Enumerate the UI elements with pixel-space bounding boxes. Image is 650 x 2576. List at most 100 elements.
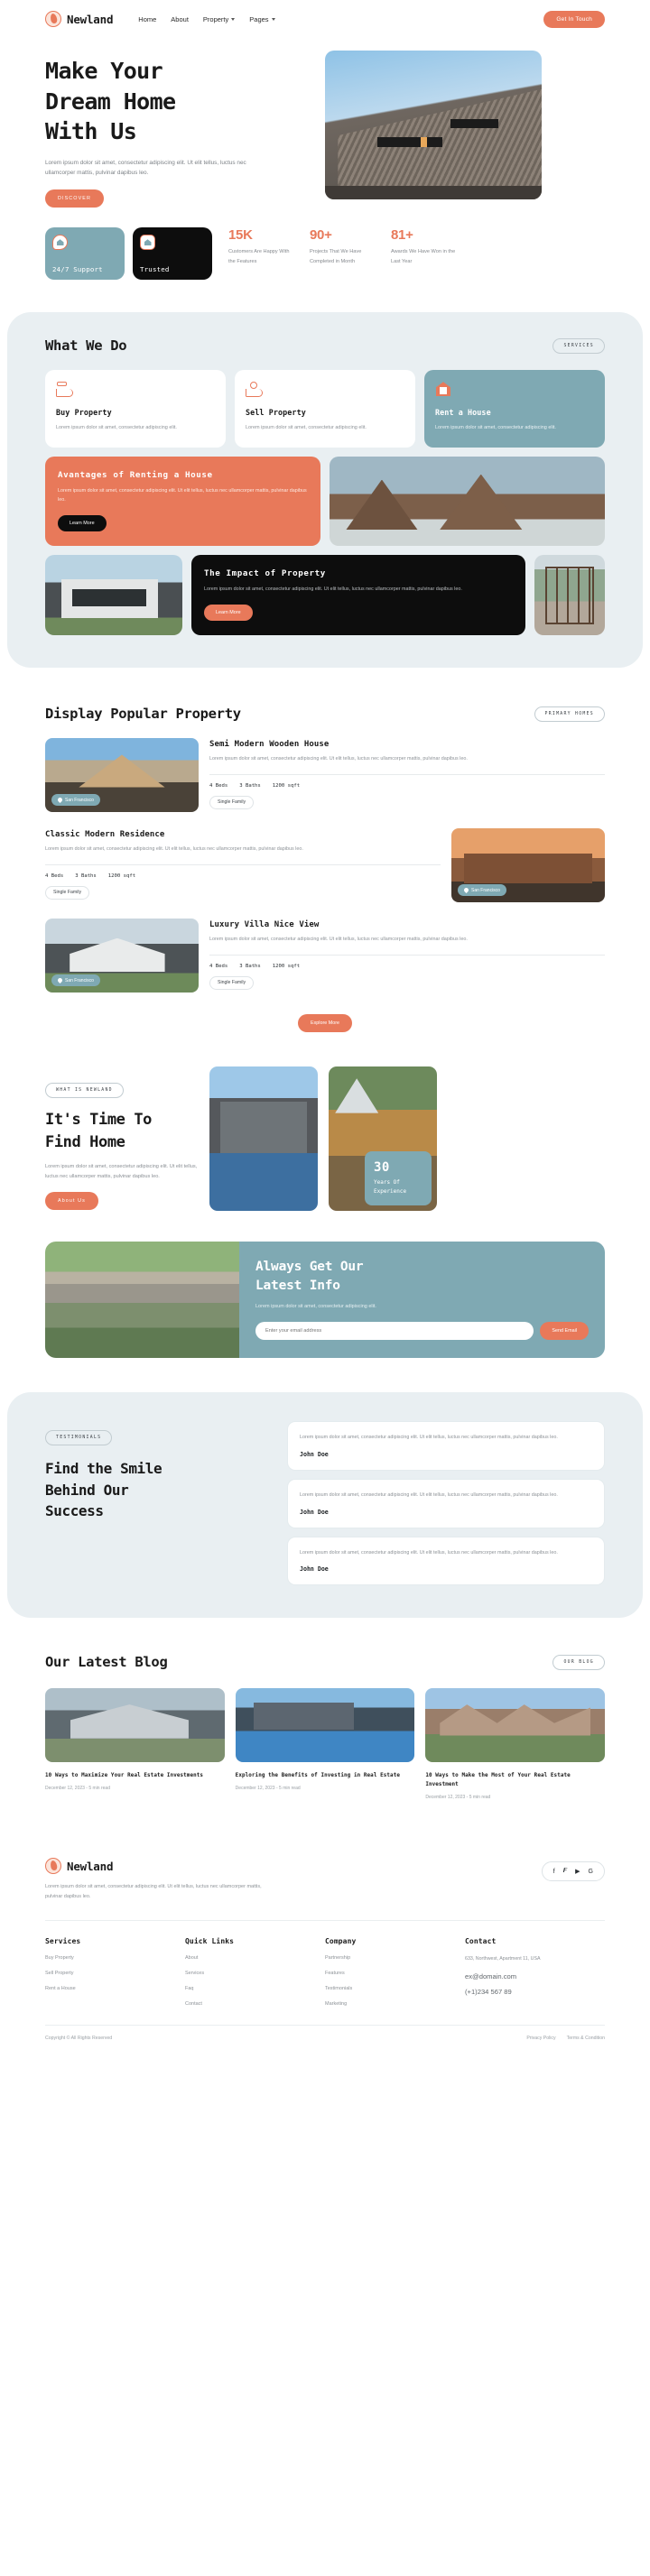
footer-link[interactable]: Faq [185, 1986, 325, 1991]
hero-window [450, 118, 498, 128]
footer-brand[interactable]: Newland [45, 1858, 271, 1875]
property-image: San Francisco [45, 919, 199, 993]
service-card-rent[interactable]: Rent a House Lorem ipsum dolor sit amet,… [424, 370, 605, 448]
support-home-icon [52, 235, 68, 251]
footer-link[interactable]: Services [185, 1971, 325, 1976]
what-is-newland-badge[interactable]: WHAT IS NEWLAND [45, 1083, 124, 1099]
promo-title: The Impact of Property [204, 568, 326, 579]
property-tag: Single Family [209, 795, 255, 809]
footer-top: Newland Lorem ipsum dolor sit amet, cons… [45, 1858, 605, 1901]
learn-more-button[interactable]: Learn More [204, 605, 253, 622]
footer-link[interactable]: Rent a House [45, 1986, 185, 1991]
service-card-buy[interactable]: Buy Property Lorem ipsum dolor sit amet,… [45, 370, 226, 448]
contact-email[interactable]: ex@domain.com [465, 1972, 605, 1980]
experience-badge: 30 Years Of Experience [365, 1151, 432, 1206]
footer-bottom-links: Privacy Policy Terms & Condition [526, 2036, 605, 2041]
explore-more-button[interactable]: Explore More [297, 1014, 353, 1033]
testimonial-author: John Doe [300, 1508, 329, 1516]
spec-area: 1200 sqft [272, 782, 301, 789]
footer-link[interactable]: Features [325, 1971, 465, 1976]
send-email-button[interactable]: Send Email [540, 1322, 589, 1341]
footer-link[interactable]: Buy Property [45, 1955, 185, 1961]
footer-link[interactable]: About [185, 1955, 325, 1961]
footer-link[interactable]: Sell Property [45, 1971, 185, 1976]
promo-image-rooftops [330, 456, 605, 547]
nav-item-home[interactable]: Home [138, 15, 156, 23]
nav-item-pages[interactable]: Pages [249, 15, 275, 23]
blog-image [425, 1688, 606, 1763]
find-home-desc: Lorem ipsum dolor sit amet, consectetur … [45, 1163, 198, 1179]
property-specs: 4 Beds 3 Baths 1200 sqft [209, 773, 605, 789]
find-home-content: WHAT IS NEWLAND It's Time To Find Home Lo… [45, 1066, 199, 1211]
location-badge: San Francisco [458, 884, 506, 897]
testimonials-section: TESTIMONIALS Find the Smile Behind Our Suc… [7, 1392, 643, 1619]
location-label: San Francisco [471, 887, 500, 893]
stat-projects: 90+ Projects That We Have Completed in M… [310, 227, 375, 266]
main-nav: Home About Property Pages [138, 14, 275, 23]
blog-card[interactable]: 10 Ways to Make the Most of Your Real Es… [425, 1688, 606, 1800]
privacy-policy-link[interactable]: Privacy Policy [526, 2036, 555, 2041]
facebook-icon[interactable]: f [553, 1869, 555, 1875]
youtube-icon[interactable]: ▶ [575, 1868, 580, 1875]
testimonials-list: Lorem ipsum dolor sit amet, consectetur … [287, 1421, 605, 1586]
email-input[interactable] [255, 1322, 534, 1341]
blog-card[interactable]: Exploring the Benefits of Investing in R… [235, 1688, 415, 1800]
our-blog-badge[interactable]: OUR BLOG [552, 1654, 605, 1670]
feature-card-support[interactable]: 24/7 Support [45, 227, 125, 281]
about-us-button[interactable]: About Us [45, 1192, 98, 1211]
promo-image-modern-house [45, 555, 182, 636]
testimonial-quote: Lorem ipsum dolor sit amet, consectetur … [300, 1435, 558, 1441]
nav-label: Property [202, 14, 229, 23]
nav-item-property[interactable]: Property [202, 14, 236, 23]
spec-area: 1200 sqft [272, 963, 301, 969]
discover-button[interactable]: DISCOVER [45, 189, 104, 208]
house-icon [435, 382, 452, 397]
what-we-do-section: What We Do SERVICES Buy Property Lorem i… [7, 312, 643, 669]
property-row[interactable]: Classic Modern Residence Lorem ipsum dol… [45, 828, 605, 903]
blog-section: Our Latest Blog OUR BLOG 10 Ways to Maxi… [0, 1618, 650, 1800]
terms-link[interactable]: Terms & Condition [567, 2036, 605, 2041]
property-row[interactable]: San Francisco Semi Modern Wooden House L… [45, 738, 605, 813]
promo-card-impact: The Impact of Property Lorem ipsum dolor… [191, 555, 525, 636]
contact-address: 633, Northwest, Apartment 11, USA [465, 1955, 541, 1962]
footer-link[interactable]: Marketing [325, 2001, 465, 2007]
testimonial-quote: Lorem ipsum dolor sit amet, consectetur … [300, 1549, 558, 1556]
brand-logo[interactable]: Newland [45, 11, 113, 27]
feature-card-trusted[interactable]: Trusted [133, 227, 212, 281]
nav-item-about[interactable]: About [171, 15, 189, 23]
testimonials-badge[interactable]: TESTIMONIALS [45, 1430, 113, 1446]
stat-text: Projects That We Have Completed in Month [310, 249, 362, 264]
footer-col-heading: Services [45, 1936, 81, 1945]
footer-link[interactable]: Testimonials [325, 1986, 465, 1991]
testimonial-card: Lorem ipsum dolor sit amet, consectetur … [287, 1421, 605, 1471]
learn-more-button[interactable]: Learn More [58, 515, 107, 532]
testimonial-author: John Doe [300, 1450, 329, 1458]
get-in-touch-button[interactable]: Get In Touch [543, 10, 605, 28]
services-badge[interactable]: SERVICES [552, 337, 605, 354]
location-pin-icon [56, 797, 64, 804]
primary-homes-badge[interactable]: PRIMARY HOMES [534, 706, 605, 722]
newsletter-title: Always Get Our Latest Info [255, 1260, 364, 1294]
hero-title: Make Your Dream Home With Us [45, 58, 176, 144]
footer-columns: Services Buy Property Sell Property Rent… [45, 1937, 605, 2007]
section-title: What We Do [45, 337, 127, 355]
property-image: San Francisco [45, 738, 199, 813]
hero-paragraph: Lorem ipsum dolor sit amet, consectetur … [45, 159, 246, 177]
service-card-sell[interactable]: Sell Property Lorem ipsum dolor sit amet… [235, 370, 415, 448]
footer-link[interactable]: Partnership [325, 1955, 465, 1961]
footer-link[interactable]: Contact [185, 2001, 325, 2007]
feature-card-label: Trusted [140, 265, 170, 274]
stats-section: 24/7 Support Trusted 15K Customers Are H… [0, 208, 650, 281]
property-desc: Lorem ipsum dolor sit amet, consectetur … [209, 756, 468, 762]
blog-card[interactable]: 10 Ways to Maximize Your Real Estate Inv… [45, 1688, 225, 1800]
footer-col-quick-links: Quick Links About Services Faq Contact [185, 1937, 325, 2007]
twitter-icon[interactable]: 𝑭 [563, 1868, 567, 1875]
promo-title: Avantages of Renting a House [58, 469, 213, 480]
property-row[interactable]: San Francisco Luxury Villa Nice View Lor… [45, 919, 605, 993]
contact-phone[interactable]: (+1)234 567 89 [465, 1988, 605, 1996]
google-icon[interactable]: G [589, 1869, 593, 1875]
footer-desc: Lorem ipsum dolor sit amet, consectetur … [45, 1884, 262, 1899]
blog-title: 10 Ways to Maximize Your Real Estate Inv… [45, 1773, 204, 1779]
chevron-down-icon [231, 17, 236, 21]
testimonial-quote: Lorem ipsum dolor sit amet, consectetur … [300, 1491, 558, 1498]
